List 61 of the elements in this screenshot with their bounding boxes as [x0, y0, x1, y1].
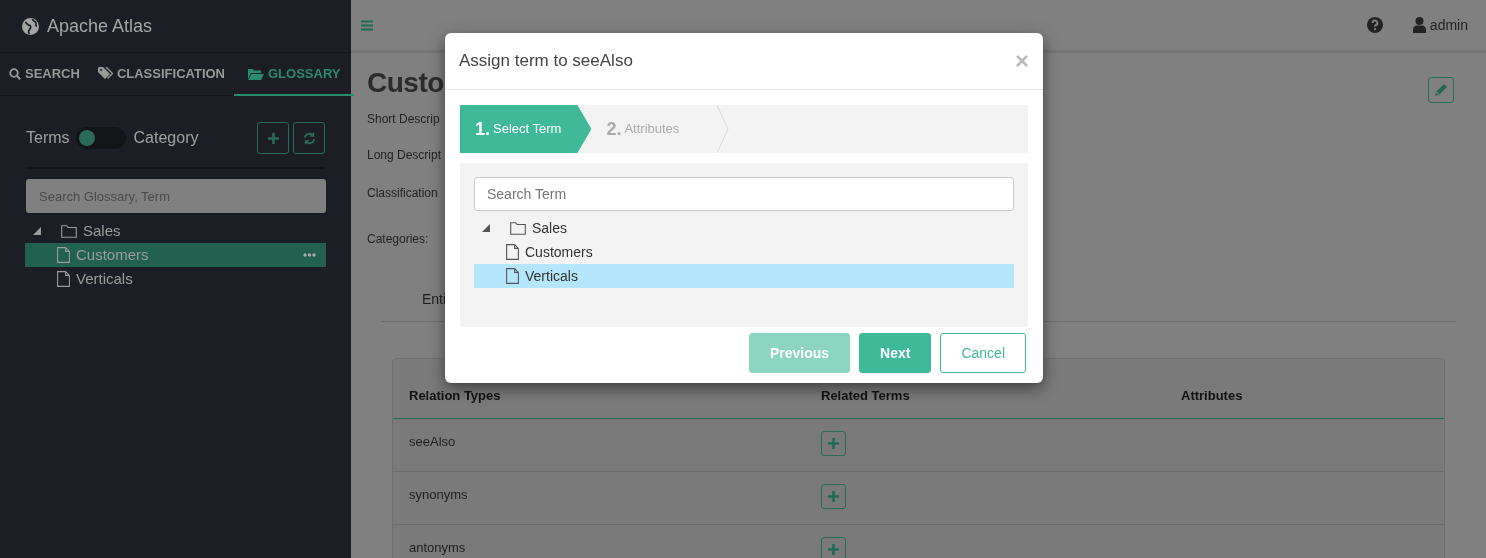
sidebar-tab[interactable]: SEARCH [0, 53, 89, 96]
tree-item[interactable]: Verticals [25, 267, 326, 291]
refresh-button[interactable] [293, 122, 325, 154]
tree-item[interactable]: Customers [474, 240, 1014, 264]
column-header: Attributes [1181, 386, 1243, 405]
column-header: Relation Types [409, 386, 502, 405]
field-label: Long Descript [367, 147, 442, 163]
edit-button[interactable] [1428, 77, 1454, 103]
user-menu[interactable]: admin [1412, 14, 1468, 36]
file-icon [506, 244, 519, 260]
plus-icon [828, 438, 839, 449]
plus-icon [828, 544, 839, 555]
search-field[interactable]: Search Term [474, 177, 1014, 211]
field-label: Classification [367, 185, 438, 201]
tree-item[interactable]: Sales [25, 219, 326, 243]
toggle-label: Category [133, 128, 199, 148]
sidebar-tab[interactable]: CLASSIFICATION [88, 53, 234, 96]
tree-item[interactable]: Sales [474, 216, 1014, 240]
folder-icon [510, 221, 526, 235]
globe-icon [22, 17, 39, 35]
file-icon [57, 247, 70, 263]
menu-icon [361, 19, 373, 31]
add-button[interactable] [257, 122, 289, 154]
wizard-step[interactable]: 1. Select Term [460, 105, 592, 153]
plus-icon [267, 132, 279, 144]
column-header: Related Terms [821, 386, 911, 405]
field-label: Short Descrip [367, 111, 440, 127]
plus-icon [828, 491, 839, 502]
help-icon[interactable] [1366, 17, 1383, 33]
chevron-divider-icon [717, 105, 730, 153]
tree-item[interactable]: Verticals [474, 264, 1014, 288]
tab[interactable]: Enti [422, 291, 447, 307]
tag-icon [97, 67, 113, 80]
table-cell-text: antonyms [409, 539, 467, 557]
term-title: Custo [367, 66, 444, 100]
add-relation-button[interactable] [821, 537, 846, 558]
expand-triangle-icon[interactable] [33, 227, 41, 235]
ellipsis-icon[interactable] [303, 253, 316, 257]
field-label: Categories: [367, 231, 429, 247]
pencil-icon [1435, 84, 1447, 96]
add-relation-button[interactable] [821, 484, 846, 509]
dialog-button[interactable]: Cancel [940, 333, 1026, 373]
app-title: Apache Atlas [47, 14, 153, 38]
table-cell-text: seeAlso [409, 433, 457, 451]
refresh-icon [302, 131, 316, 145]
expand-triangle-icon[interactable] [482, 224, 490, 232]
search-icon [9, 67, 21, 80]
modal-title: Assign term to seeAlso [459, 50, 633, 73]
menu-button[interactable] [361, 19, 373, 31]
tree-item[interactable]: Customers [25, 243, 326, 267]
dialog-button[interactable]: Next [859, 333, 932, 373]
folder-icon [248, 67, 264, 80]
user-icon [1412, 17, 1426, 33]
add-relation-button[interactable] [821, 431, 846, 456]
toggle-switch[interactable] [75, 127, 126, 149]
file-icon [57, 271, 70, 287]
toggle-label: Terms [26, 128, 70, 148]
folder-icon [61, 224, 77, 238]
file-icon [506, 268, 519, 284]
table-cell-text: synonyms [409, 486, 469, 504]
sidebar-tab[interactable]: GLOSSARY [234, 53, 355, 96]
